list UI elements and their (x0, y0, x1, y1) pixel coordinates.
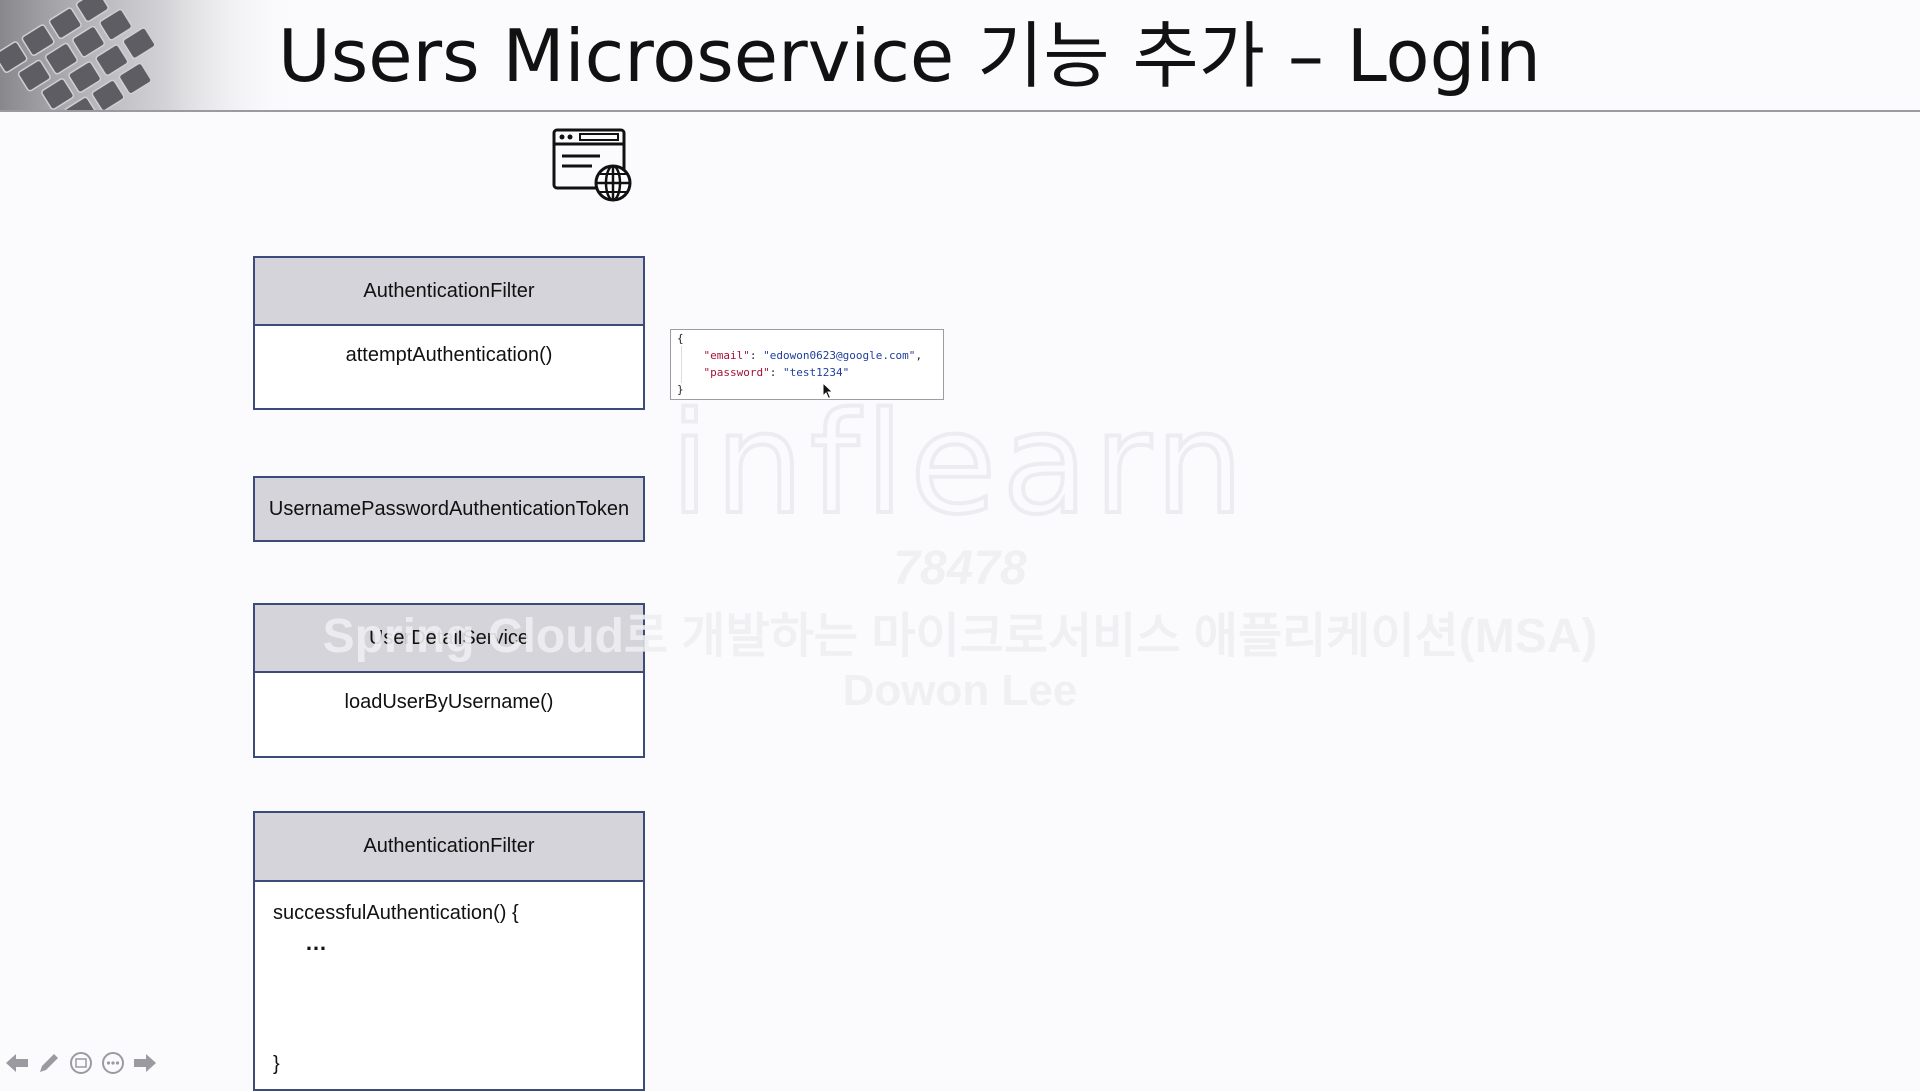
method-ellipsis: … (305, 930, 327, 955)
method-name: loadUserByUsername() (344, 691, 554, 713)
class-name: AuthenticationFilter (255, 813, 643, 882)
authentication-filter-success-box: AuthenticationFilter successfulAuthentic… (253, 811, 645, 1091)
slides-icon[interactable] (68, 1050, 94, 1076)
class-name: AuthenticationFilter (255, 258, 643, 326)
presentation-toolbar (4, 1050, 158, 1076)
json-password-line: "password": "test1234" (703, 366, 850, 379)
json-email-value: "edowon0623@google.com" (763, 349, 916, 362)
username-password-token-box: UsernamePasswordAuthenticationToken (253, 476, 645, 542)
keyboard-image (0, 0, 300, 110)
json-password-value: "test1234" (782, 366, 850, 379)
watermark-id: 78478 (893, 542, 1027, 595)
user-detail-service-box: UserDetailService loadUserByUsername() (253, 603, 645, 758)
json-email-line: "email": "edowon0623@google.com", (703, 349, 923, 362)
web-browser-icon (552, 128, 634, 202)
arrow-right-icon[interactable] (132, 1050, 158, 1076)
slide-title: Users Microservice 기능 추가 – Login (278, 14, 1541, 98)
pen-icon[interactable] (36, 1050, 62, 1076)
json-open-brace: { (677, 332, 684, 345)
json-email-key: "email" (703, 349, 750, 362)
method-close-brace: } (273, 1053, 280, 1075)
method-body: successfulAuthentication() { … (255, 882, 643, 958)
more-icon[interactable] (100, 1050, 126, 1076)
arrow-left-icon[interactable] (4, 1050, 30, 1076)
method-signature: successfulAuthentication() { (273, 902, 519, 924)
class-name: UsernamePasswordAuthenticationToken (255, 478, 643, 540)
json-password-key: "password" (703, 366, 770, 379)
indent-guide (681, 346, 682, 383)
class-name: UserDetailService (255, 605, 643, 673)
request-json-panel: { "email": "edowon0623@google.com", "pas… (670, 329, 944, 400)
method-name: attemptAuthentication() (345, 344, 553, 366)
slide-header: Users Microservice 기능 추가 – Login (0, 0, 1920, 112)
mouse-cursor-icon (822, 381, 834, 400)
authentication-filter-attempt-box: AuthenticationFilter attemptAuthenticati… (253, 256, 645, 410)
json-close-brace: } (677, 383, 684, 396)
